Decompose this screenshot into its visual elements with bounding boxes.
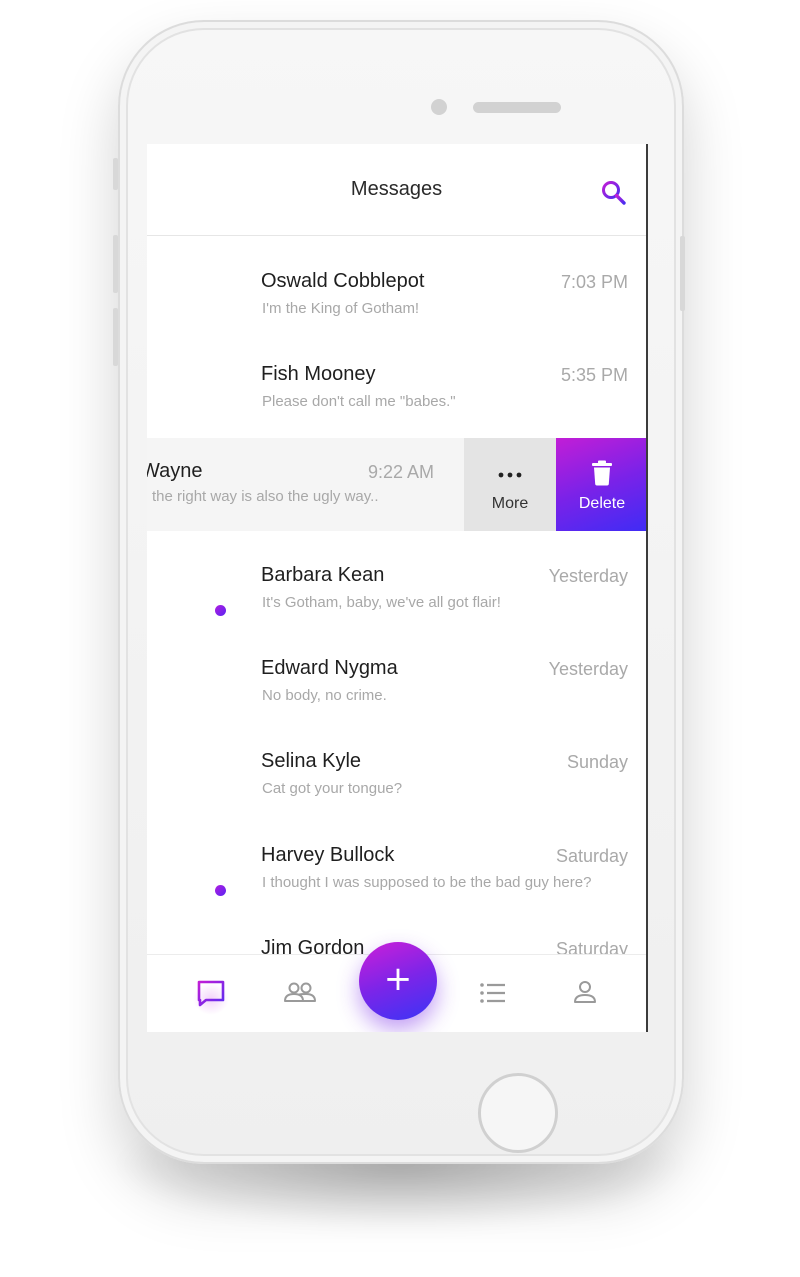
message-preview: I thought I was supposed to be the bad g… (262, 874, 592, 891)
page-title: Messages (350, 178, 443, 200)
group-icon (284, 982, 316, 1002)
message-preview: No body, no crime. (262, 687, 387, 704)
home-button[interactable] (478, 1073, 558, 1153)
earpiece-speaker (473, 102, 561, 113)
message-time: Sunday (566, 752, 628, 772)
message-preview: the right way is also the ugly way.. (152, 488, 379, 505)
unread-indicator (215, 605, 226, 616)
power-button (680, 236, 685, 311)
tab-messages[interactable] (191, 973, 231, 1015)
list-icon (480, 983, 505, 1003)
tab-contacts[interactable] (280, 973, 320, 1013)
more-action-button[interactable]: More (464, 438, 556, 531)
conversation-row-swiped[interactable]: Wayne the right way is also the ugly way… (147, 438, 646, 531)
message-preview: I'm the King of Gotham! (262, 300, 420, 317)
conversation-row[interactable]: Selina Kyle Cat got your tongue? Sunday (147, 717, 646, 810)
navigation-bar: Messages (147, 144, 646, 236)
delete-action-button[interactable]: Delete (556, 438, 646, 531)
volume-up-button (113, 235, 118, 293)
conversation-row[interactable]: Oswald Cobblepot I'm the King of Gotham!… (147, 237, 646, 330)
message-time: 7:03 PM (560, 272, 628, 292)
chat-icon (197, 980, 225, 1007)
conversation-row[interactable]: Barbara Kean It's Gotham, baby, we've al… (147, 531, 646, 624)
delete-action-label: Delete (578, 495, 626, 512)
more-dots-icon (498, 472, 522, 478)
message-preview: Cat got your tongue? (262, 780, 403, 797)
search-icon (602, 181, 626, 205)
message-time: 9:22 AM (367, 462, 434, 482)
mute-switch (113, 158, 118, 190)
message-time: Yesterday (548, 659, 628, 679)
front-camera (431, 99, 447, 115)
plus-icon: + (383, 959, 413, 999)
message-preview: It's Gotham, baby, we've all got flair! (262, 594, 501, 611)
message-time: Yesterday (548, 566, 628, 586)
message-time: Saturday (555, 846, 628, 866)
tab-profile[interactable] (565, 973, 605, 1013)
conversation-row[interactable]: Edward Nygma No body, no crime. Yesterda… (147, 624, 646, 717)
unread-indicator (215, 885, 226, 896)
profile-icon (574, 981, 596, 1003)
stage: Messages Oswald Cobblepot I'm the King o… (0, 0, 800, 1277)
conversation-row[interactable]: Harvey Bullock I thought I was supposed … (147, 811, 646, 904)
message-preview: Please don't call me "babes." (262, 393, 456, 410)
app-screen: Messages Oswald Cobblepot I'm the King o… (147, 144, 648, 1032)
volume-down-button (113, 308, 118, 366)
contact-name: Selina Kyle (261, 750, 362, 772)
trash-icon (592, 460, 612, 486)
compose-fab-button[interactable]: + (359, 942, 437, 1020)
tab-list[interactable] (473, 973, 513, 1013)
contact-name: Wayne (147, 460, 203, 482)
search-button[interactable] (599, 178, 629, 208)
contact-name: Barbara Kean (261, 564, 385, 586)
message-time: 5:35 PM (560, 365, 628, 385)
contact-name: Harvey Bullock (261, 844, 395, 866)
more-action-label: More (491, 495, 529, 512)
conversation-row[interactable]: Fish Mooney Please don't call me "babes.… (147, 330, 646, 423)
contact-name: Edward Nygma (261, 657, 398, 679)
contact-name: Oswald Cobblepot (261, 270, 425, 292)
contact-name: Fish Mooney (261, 363, 376, 385)
